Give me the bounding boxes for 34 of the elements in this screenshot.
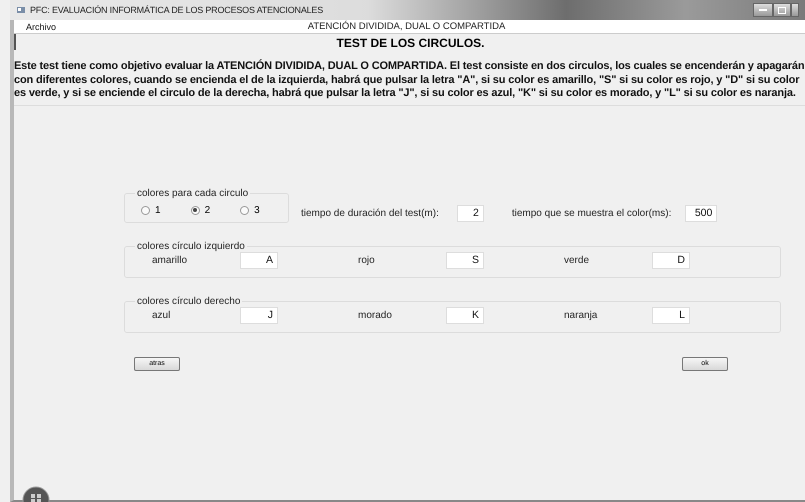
minimize-button[interactable] <box>753 3 773 17</box>
description: Este test tiene como objetivo evaluar la ATENCIÓN DIVIDIDA, DUAL O COMPARTIDA. El test consiste en dos circulos, los cuales se encenderán y apagarán con diferentes colores, cuando se encienda el de la izquierda, habrá que pulsar la letra "A", si su color es amarillo, "S" si su color es rojo, y "D" si su color es verde, y si se enciende el circulo de la derecha, habrá que pulsar la letra "J", si su color es azul, "K" si su color es morado, y "L" si su color es naranja. <box>14 60 805 106</box>
group-title: colores círculo derecho <box>136 296 242 306</box>
subtitle: ATENCIÓN DIVIDIDA, DUAL O COMPARTIDA <box>308 21 506 32</box>
window-title: PFC: EVALUACIÓN INFORMÁTICA DE LOS PROCESOS ATENCIONALES <box>30 5 324 15</box>
start-orb-icon[interactable] <box>22 486 50 502</box>
minimize-icon <box>759 8 767 12</box>
key-label: amarillo <box>152 254 188 266</box>
input-field[interactable]: L <box>652 306 690 324</box>
key-label: verde <box>564 254 590 266</box>
radio-option[interactable]: 3 <box>240 204 260 216</box>
input-field[interactable]: S <box>446 252 484 268</box>
group-title: colores círculo izquierdo <box>136 240 246 252</box>
input-field[interactable]: K <box>446 306 484 324</box>
heading: TEST DE LOS CIRCULOS. <box>336 36 484 50</box>
key-label: naranja <box>564 310 598 320</box>
input-field[interactable]: J <box>240 306 278 324</box>
key-label: rojo <box>358 254 376 266</box>
radio-option[interactable]: 1 <box>141 204 161 216</box>
input-field[interactable]: 500 <box>685 204 718 222</box>
menu-item[interactable]: Archivo <box>14 22 68 32</box>
input-field[interactable]: D <box>652 252 690 268</box>
key-label: morado <box>358 310 393 320</box>
input-field[interactable]: A <box>240 252 278 268</box>
field-label: tiempo que se muestra el color(ms): <box>512 208 672 218</box>
maximize-icon <box>778 6 786 14</box>
radio-option[interactable]: 2 <box>190 204 210 216</box>
maximize-button[interactable] <box>773 3 791 17</box>
close-button[interactable] <box>791 3 799 17</box>
field-label: tiempo de duración del test(m): <box>301 208 439 218</box>
app-icon <box>16 5 26 15</box>
input-field[interactable]: 2 <box>456 204 484 222</box>
key-label: azul <box>152 310 172 320</box>
group-title: colores para cada circulo <box>136 188 250 198</box>
